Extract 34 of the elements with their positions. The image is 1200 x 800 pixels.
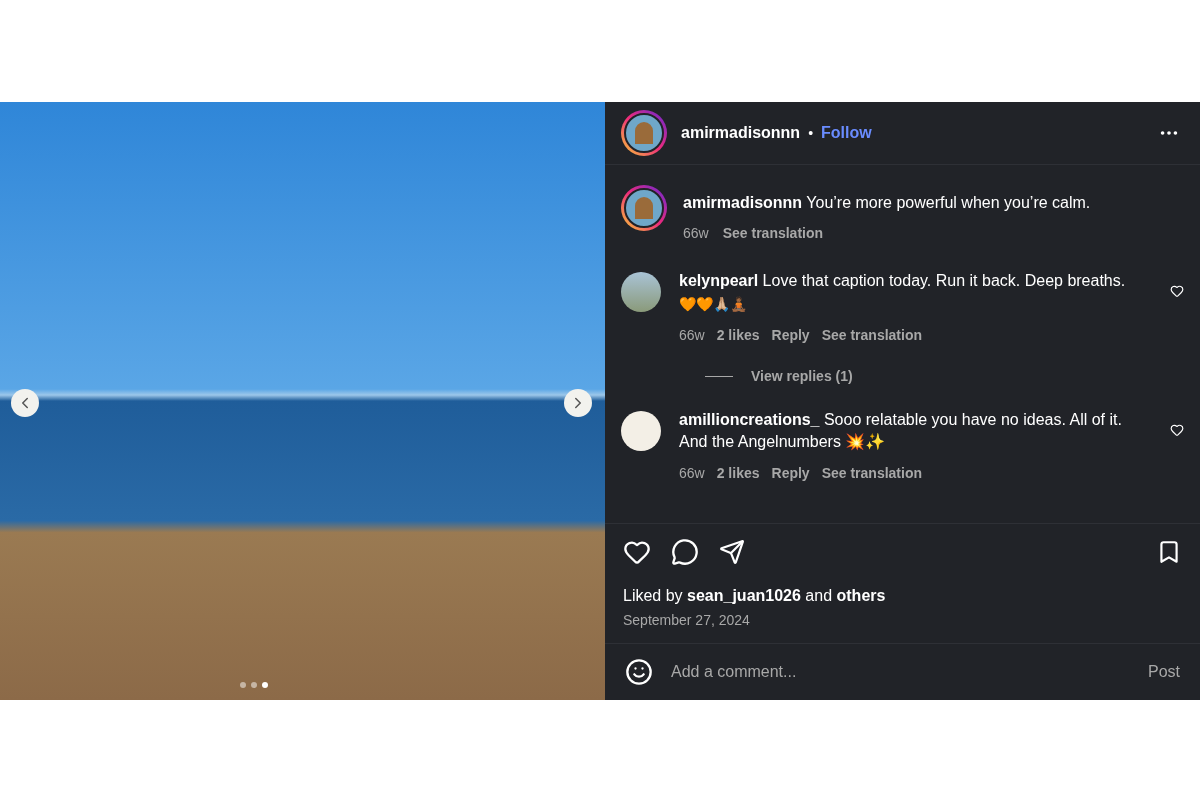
like-icon[interactable]	[623, 538, 651, 566]
caption-text: amirmadisonnn You’re more powerful when you’re calm.	[683, 193, 1091, 213]
time-ago: 66w	[679, 464, 705, 483]
username[interactable]: amirmadisonnn	[681, 121, 801, 145]
view-replies-link[interactable]: View replies (1)	[751, 366, 853, 387]
post-date: September 27, 2024	[623, 611, 751, 630]
see-translation-link[interactable]: See translation	[821, 325, 922, 346]
reply-link[interactable]: Reply	[771, 463, 810, 484]
likes-text: Liked by sean_juan1026 and others	[623, 586, 887, 606]
post-button[interactable]: Post	[1148, 660, 1180, 684]
commenter-avatar[interactable]	[621, 411, 661, 451]
profile-avatar[interactable]	[621, 110, 667, 156]
profile-avatar[interactable]	[621, 185, 667, 231]
see-translation-link[interactable]: See translation	[821, 463, 922, 484]
see-translation-link[interactable]: See translation	[722, 223, 824, 244]
time-ago: 66w	[683, 224, 709, 243]
comment-emoji: 🧡🧡🙏🏼🧘🏾	[679, 295, 747, 314]
commenter-avatar[interactable]	[621, 272, 661, 312]
like-comment-icon[interactable]	[1170, 423, 1184, 437]
separator-dot: •	[808, 123, 814, 143]
next-button[interactable]	[564, 389, 592, 417]
follow-button[interactable]: Follow	[821, 121, 872, 145]
like-comment-icon[interactable]	[1170, 284, 1184, 298]
share-icon[interactable]	[719, 539, 745, 565]
comment-input[interactable]: Add a comment...	[671, 660, 1130, 684]
previous-button[interactable]	[11, 389, 39, 417]
likes-count[interactable]: 2 likes	[716, 463, 760, 484]
comment-text: amillioncreations_ Sooo relatable you have no ideas. All of it. And the Angelnumbers 💥✨	[679, 410, 1123, 452]
emoji-icon[interactable]	[625, 658, 653, 686]
comment-icon[interactable]	[671, 538, 699, 566]
comment-text: kelynpearl Love that caption today. Run it back. Deep breaths.	[679, 271, 1127, 291]
reply-link[interactable]: Reply	[771, 325, 810, 346]
time-ago: 66w	[679, 326, 705, 345]
likes-count[interactable]: 2 likes	[716, 325, 760, 346]
